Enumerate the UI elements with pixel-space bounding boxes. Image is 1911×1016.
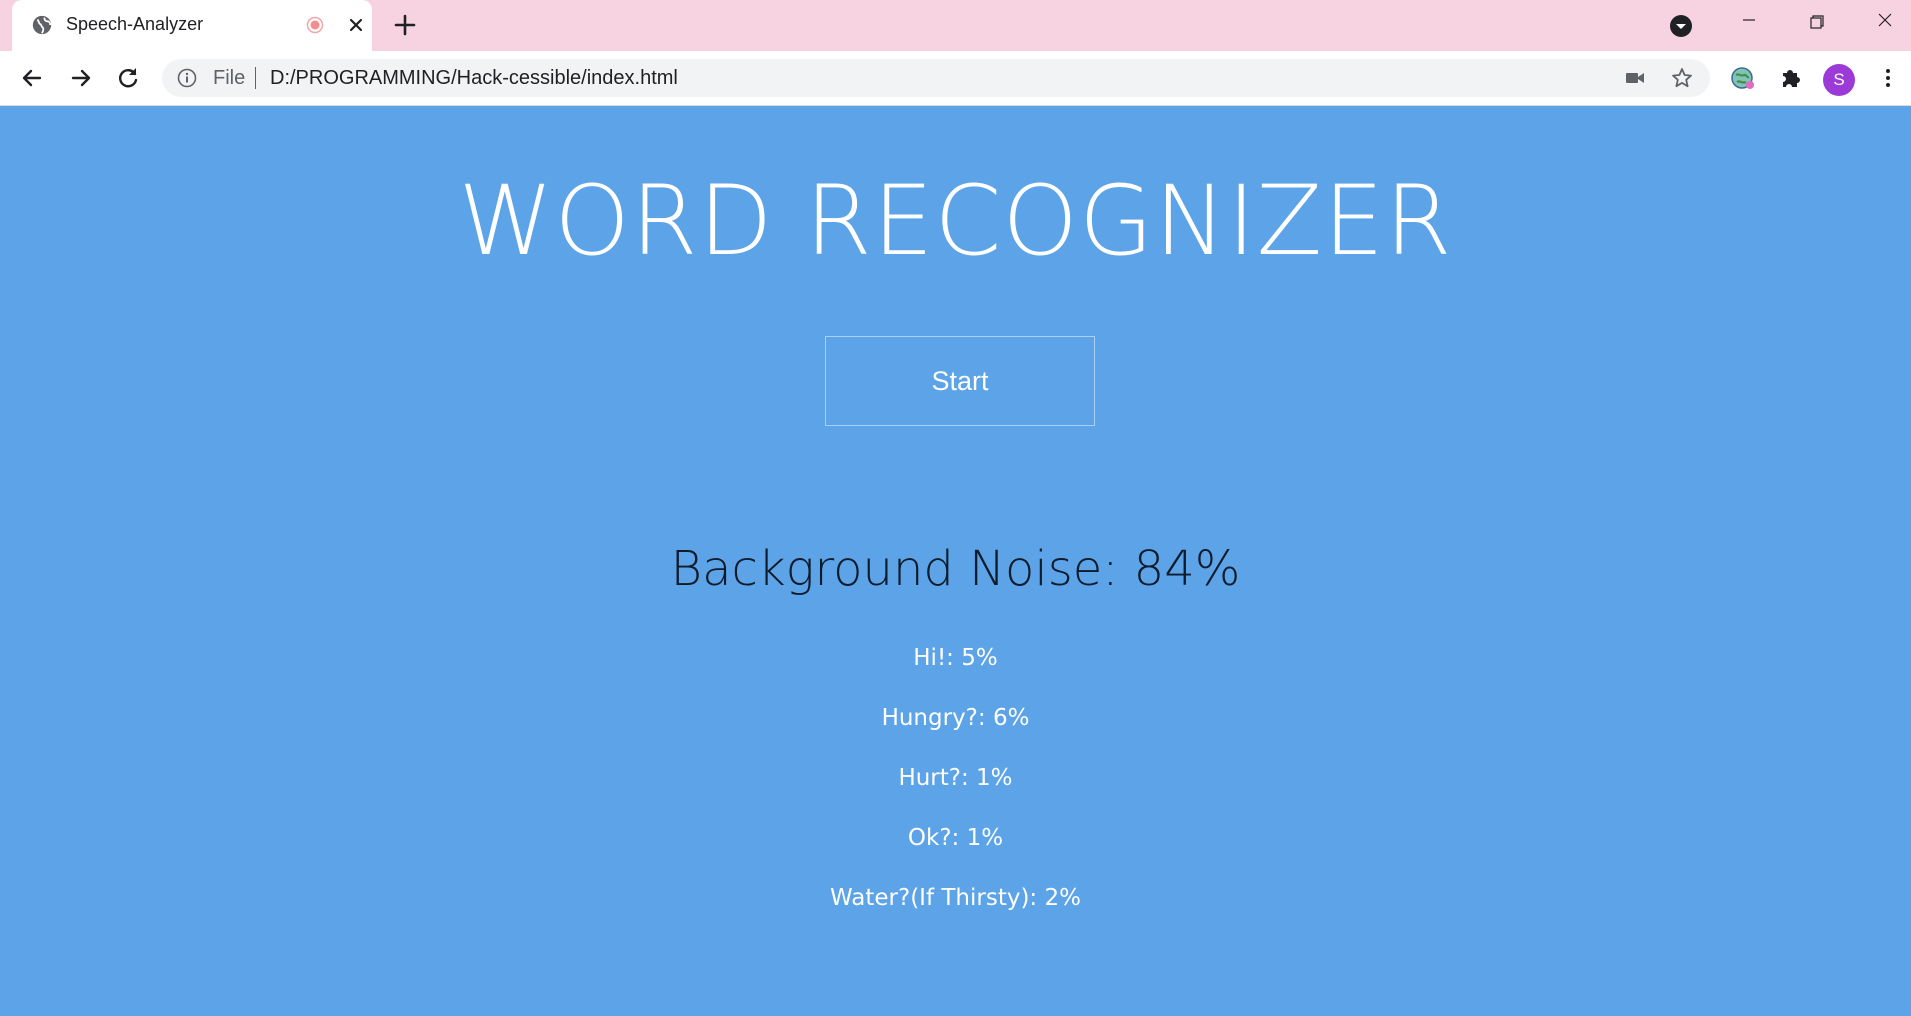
tab-speech-analyzer[interactable]: Speech-Analyzer — [12, 0, 372, 51]
menu-kebab-icon[interactable] — [1874, 64, 1902, 92]
tab-search-icon[interactable] — [1668, 13, 1694, 39]
tab-title: Speech-Analyzer — [66, 14, 204, 34]
browser-toolbar: File D:/PROGRAMMING/Hack-cessible/index.… — [0, 51, 1911, 106]
word-probability-hi: Hi!: 5% — [913, 645, 998, 671]
forward-arrow-icon[interactable] — [67, 64, 95, 92]
word-probability-water: Water?(If Thirsty): 2% — [830, 885, 1081, 911]
word-probability-hurt: Hurt?: 1% — [898, 765, 1013, 791]
extension-globe-icon[interactable] — [1729, 64, 1757, 92]
word-probability-ok: Ok?: 1% — [907, 825, 1004, 851]
background-noise-readout: Background Noise: 84% — [670, 541, 1241, 597]
info-icon[interactable] — [177, 68, 197, 88]
address-bar[interactable]: File D:/PROGRAMMING/Hack-cessible/index.… — [162, 59, 1710, 97]
url-scheme-label: File — [213, 67, 246, 89]
tab-close-icon[interactable] — [345, 14, 367, 36]
minimize-icon[interactable] — [1732, 8, 1766, 36]
reload-icon[interactable] — [114, 64, 142, 92]
window-close-icon[interactable] — [1868, 8, 1902, 36]
recording-indicator-icon — [306, 16, 324, 34]
page-title: WORD RECOGNIZER — [458, 165, 1453, 277]
profile-avatar[interactable]: S — [1823, 64, 1855, 96]
url-separator — [255, 67, 256, 89]
bookmark-star-icon[interactable] — [1670, 66, 1694, 90]
restore-icon[interactable] — [1800, 8, 1834, 36]
back-arrow-icon[interactable] — [18, 64, 46, 92]
start-button[interactable]: Start — [825, 336, 1095, 426]
page-content: WORD RECOGNIZER Start Background Noise: … — [0, 106, 1911, 1016]
word-probability-hungry: Hungry?: 6% — [881, 705, 1030, 731]
tab-strip: Speech-Analyzer — [0, 0, 1911, 51]
browser-window: Speech-Analyzer File D:/PROGRAMMING/Hack… — [0, 0, 1911, 1016]
new-tab-icon[interactable] — [392, 12, 418, 38]
url-text[interactable]: D:/PROGRAMMING/Hack-cessible/index.html — [270, 67, 678, 90]
extensions-puzzle-icon[interactable] — [1777, 64, 1805, 92]
globe-icon — [32, 15, 52, 35]
camera-icon[interactable] — [1624, 67, 1646, 89]
